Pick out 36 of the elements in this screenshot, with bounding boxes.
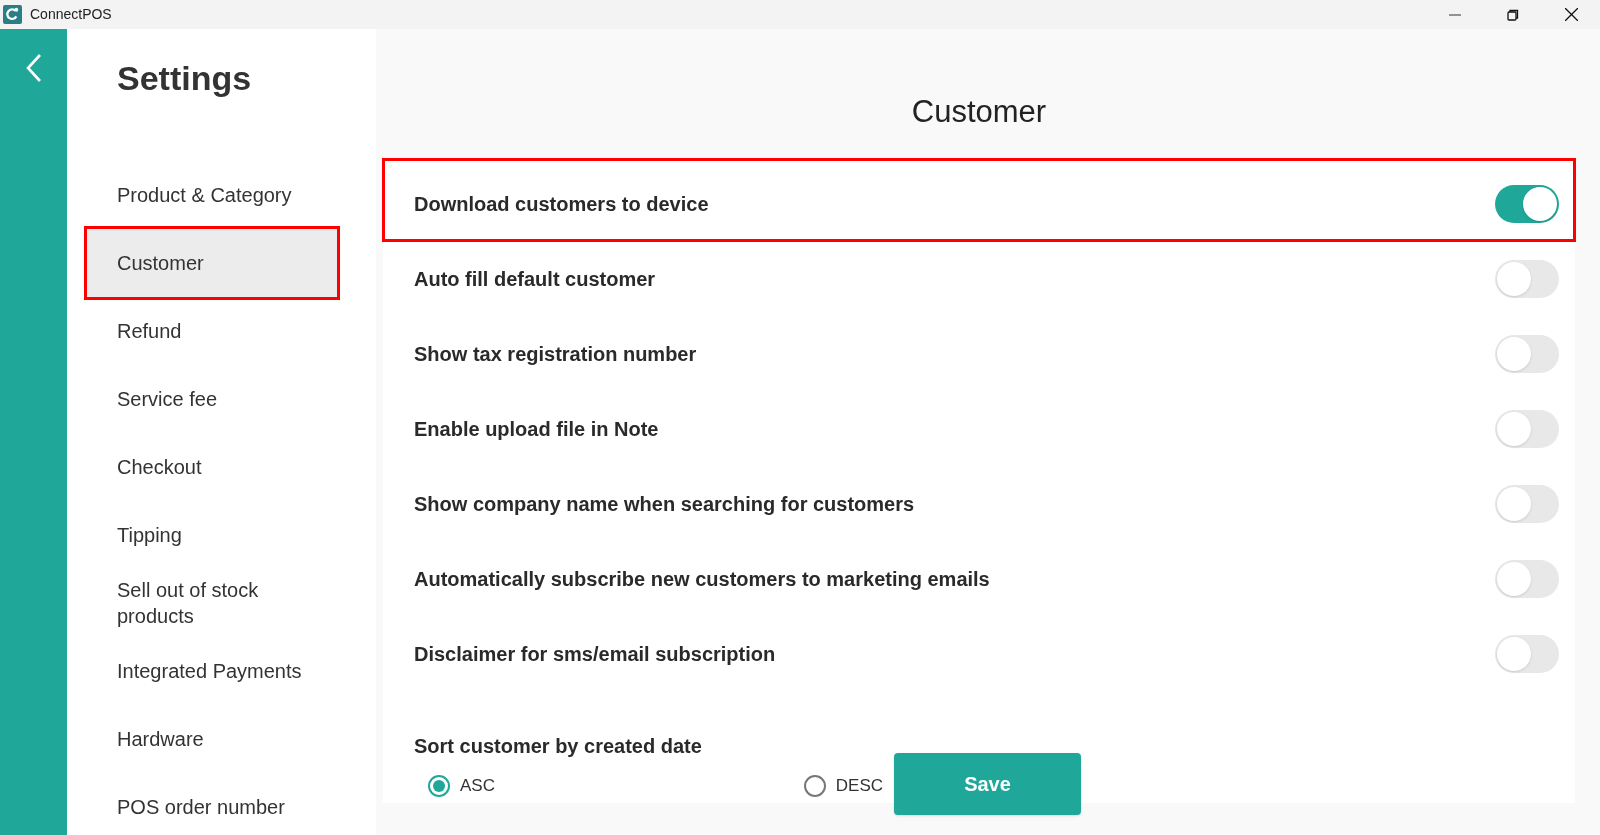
sidebar-item[interactable]: POS order number <box>87 773 357 835</box>
toggle-switch[interactable] <box>1495 559 1559 598</box>
setting-label: Show company name when searching for customers <box>414 491 915 517</box>
radio-option[interactable]: DESC <box>803 773 883 799</box>
sidebar-item[interactable]: Customer <box>87 229 337 297</box>
sidebar-title: Settings <box>116 58 253 99</box>
setting-label: Show tax registration number <box>414 341 697 367</box>
radio-option[interactable]: ASC <box>428 773 495 799</box>
toggle-switch[interactable] <box>1495 185 1559 223</box>
sidebar-item[interactable]: Tipping <box>87 501 357 569</box>
setting-label: Download customers to device <box>414 192 709 217</box>
sidebar-item[interactable]: Hardware <box>87 705 357 773</box>
restore-icon <box>1507 8 1519 21</box>
window-title: ConnectPOS <box>30 5 112 24</box>
radio-button[interactable] <box>428 774 450 797</box>
sidebar-item[interactable]: Service fee <box>87 365 357 433</box>
sidebar-item[interactable]: Refund <box>87 297 357 365</box>
toggle-switch[interactable] <box>1495 409 1559 448</box>
setting-label: Automatically subscribe new customers to marketing emails <box>414 566 990 592</box>
sort-label: Sort customer by created date <box>413 734 703 759</box>
radio-button[interactable] <box>803 774 826 797</box>
sidebar-item[interactable]: Product & Category <box>87 161 357 229</box>
page-title: Customer <box>910 93 1048 131</box>
setting-label: Auto fill default customer <box>414 266 656 292</box>
minimize-icon <box>1449 13 1461 16</box>
close-icon <box>1564 8 1578 21</box>
sidebar-item[interactable]: Sell out of stock products <box>87 569 357 637</box>
app-logo-icon <box>3 5 22 24</box>
toggle-switch[interactable] <box>1495 484 1559 523</box>
sidebar-item[interactable]: Checkout <box>87 433 357 501</box>
toggle-switch[interactable] <box>1495 259 1559 298</box>
setting-label: Disclaimer for sms/email subscription <box>414 641 776 667</box>
toggle-switch[interactable] <box>1495 634 1559 673</box>
toggle-switch[interactable] <box>1495 334 1559 373</box>
setting-label: Enable upload file in Note <box>414 416 659 442</box>
sidebar-item[interactable]: Integrated Payments <box>87 637 357 705</box>
